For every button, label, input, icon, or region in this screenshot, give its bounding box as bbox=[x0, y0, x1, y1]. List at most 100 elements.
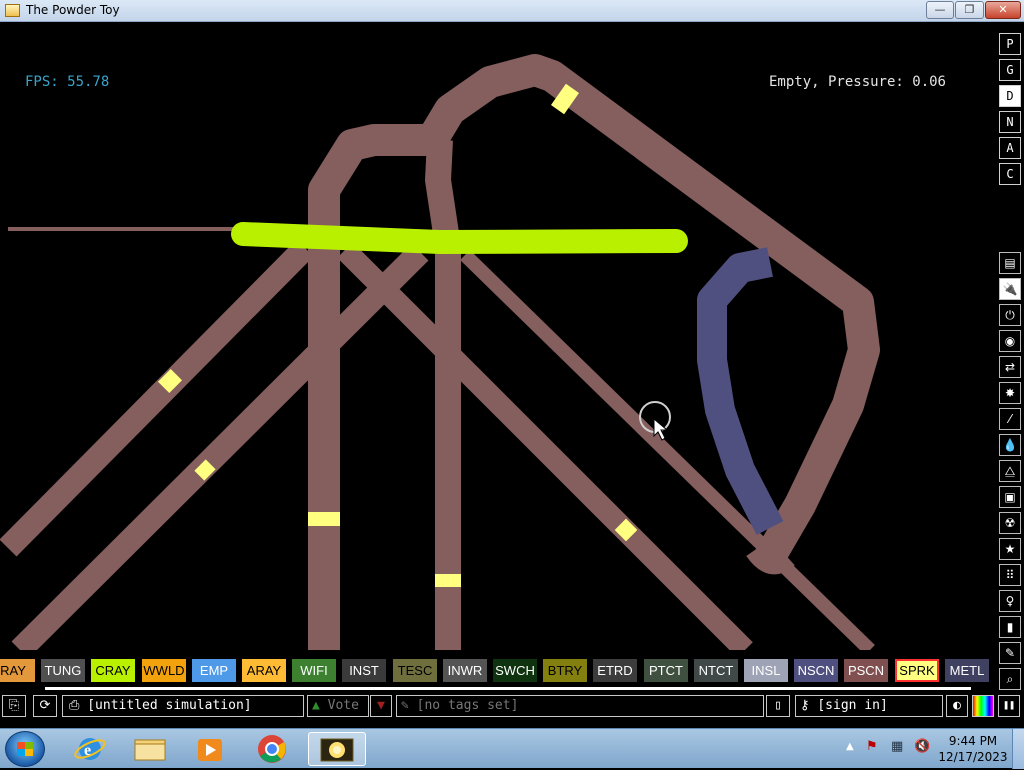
taskbar-internet-explorer[interactable]: e bbox=[64, 732, 116, 766]
element-button-emp[interactable]: EMP bbox=[192, 659, 236, 682]
element-button-tesc[interactable]: TESC bbox=[393, 659, 437, 682]
folder-icon bbox=[134, 739, 166, 761]
powders-icon[interactable]: ⧋ bbox=[999, 460, 1021, 482]
reload-button[interactable]: ⟳ bbox=[33, 695, 57, 717]
element-button-tung[interactable]: TUNG bbox=[41, 659, 85, 682]
network-icon[interactable]: ▦ bbox=[891, 739, 903, 754]
solids-icon[interactable]: ▣ bbox=[999, 486, 1021, 508]
pause-button[interactable]: ❚❚ bbox=[998, 695, 1020, 717]
taskbar-file-explorer[interactable] bbox=[124, 732, 176, 766]
element-toolbar: RAY TUNG CRAY WWLD EMP ARAY WIFI INST TESC INWR SW… bbox=[0, 659, 998, 683]
gases-icon[interactable]: ⁄ bbox=[999, 408, 1021, 430]
new-page-icon: ▯ bbox=[774, 698, 782, 713]
close-button[interactable]: ✕ bbox=[985, 1, 1021, 19]
explosives-icon[interactable]: ✸ bbox=[999, 382, 1021, 404]
windows-taskbar: e ▲ ⚑ ▦ 🔇 9:44 PM 12/17/2023 bbox=[0, 728, 1024, 769]
open-icon: ⎘ bbox=[8, 698, 20, 713]
vote-label: Vote bbox=[327, 698, 359, 713]
element-button-metl[interactable]: METL bbox=[945, 659, 989, 682]
pressure-readout: Empty, Pressure: 0.06 bbox=[768, 74, 946, 90]
start-button[interactable] bbox=[5, 731, 45, 767]
show-desktop-button[interactable] bbox=[1012, 729, 1024, 769]
spark-left-pillar bbox=[308, 512, 340, 526]
metal-diagonal-3 bbox=[337, 242, 753, 650]
vote-down-button[interactable]: ▼ bbox=[370, 695, 392, 717]
window-title-bar[interactable]: The Powder Toy — ❐ ✕ bbox=[0, 0, 1024, 22]
tools-icon[interactable]: ♀ bbox=[999, 590, 1021, 612]
display-mode-button-c[interactable]: C bbox=[999, 163, 1021, 185]
element-button-swch[interactable]: SWCH bbox=[493, 659, 537, 682]
settings-icon: ◐ bbox=[953, 698, 961, 713]
powder-toy-icon bbox=[320, 738, 354, 762]
taskbar-powder-toy[interactable] bbox=[308, 732, 366, 766]
minimize-button[interactable]: — bbox=[926, 1, 954, 19]
maximize-button[interactable]: ❐ bbox=[955, 1, 984, 19]
clock-date[interactable]: 12/17/2023 bbox=[938, 750, 1008, 764]
tag-icon: ✎ bbox=[401, 698, 417, 713]
taskbar-media-player[interactable] bbox=[184, 732, 236, 766]
force-icon[interactable]: ⇄ bbox=[999, 356, 1021, 378]
vote-up-button[interactable]: ▲ Vote bbox=[307, 695, 369, 717]
decoration-icon[interactable]: ✎ bbox=[999, 642, 1021, 664]
element-button-nscn[interactable]: NSCN bbox=[794, 659, 838, 682]
new-simulation-button[interactable]: ▯ bbox=[766, 695, 790, 717]
element-button-btry[interactable]: BTRY bbox=[543, 659, 587, 682]
tags-text: [no tags set] bbox=[416, 698, 519, 713]
element-button-sprk[interactable]: SPRK bbox=[895, 659, 939, 682]
liquids-icon[interactable]: 💧 bbox=[999, 434, 1021, 456]
action-center-icon[interactable]: ⚑ bbox=[866, 739, 878, 754]
life-icon[interactable]: ⠿ bbox=[999, 564, 1021, 586]
element-button-ptct[interactable]: PTCT bbox=[644, 659, 688, 682]
walls-icon[interactable]: ▤ bbox=[999, 252, 1021, 274]
open-simulation-button[interactable]: ⎘ bbox=[2, 695, 26, 717]
powered-icon[interactable]: ⏻ bbox=[999, 304, 1021, 326]
element-button-pscn[interactable]: PSCN bbox=[844, 659, 888, 682]
element-button-aray[interactable]: ARAY bbox=[242, 659, 286, 682]
nscn-band bbox=[697, 247, 784, 535]
display-mode-button-p[interactable]: P bbox=[999, 33, 1021, 55]
display-mode-button-a[interactable]: A bbox=[999, 137, 1021, 159]
search-icon[interactable]: ⌕ bbox=[999, 668, 1021, 690]
internet-explorer-icon: e bbox=[74, 738, 106, 760]
radioactive-icon[interactable]: ☢ bbox=[999, 512, 1021, 534]
save-icon: ⎙ bbox=[69, 698, 88, 713]
sensors-icon[interactable]: ◉ bbox=[999, 330, 1021, 352]
special-icon[interactable]: ★ bbox=[999, 538, 1021, 560]
tray-expand-icon[interactable]: ▲ bbox=[846, 741, 854, 752]
sign-in-button[interactable]: ⚷ [sign in] bbox=[795, 695, 943, 717]
clock-time[interactable]: 9:44 PM bbox=[938, 734, 1008, 748]
media-player-icon bbox=[198, 739, 222, 761]
element-button-wwld[interactable]: WWLD bbox=[142, 659, 186, 682]
element-button-wifi[interactable]: WIFI bbox=[292, 659, 336, 682]
chrome-icon bbox=[258, 735, 286, 763]
display-mode-button-d[interactable]: D bbox=[999, 85, 1021, 107]
windows-logo-icon-lower bbox=[17, 749, 33, 756]
metal-diagonal-2 bbox=[11, 243, 429, 650]
save-simulation-button[interactable]: ⎙ [untitled simulation] bbox=[62, 695, 304, 717]
electronics-icon[interactable]: 🔌 bbox=[999, 278, 1021, 300]
taskbar-chrome[interactable] bbox=[246, 732, 298, 766]
fps-counter: FPS: 55.78 bbox=[25, 74, 110, 90]
element-button-cray[interactable]: CRAY bbox=[91, 659, 135, 682]
element-button-inwr[interactable]: INWR bbox=[443, 659, 487, 682]
pause-icon: ❚❚ bbox=[1002, 700, 1016, 711]
bookmark-icon[interactable]: ▮ bbox=[999, 616, 1021, 638]
element-scrollbar[interactable] bbox=[45, 687, 971, 690]
renderer-options-button[interactable] bbox=[972, 695, 994, 717]
element-button-insl[interactable]: INSL bbox=[744, 659, 788, 682]
simulation-canvas[interactable]: FPS: 55.78 Empty, Pressure: 0.06 bbox=[0, 22, 1000, 657]
element-button-ray[interactable]: RAY bbox=[0, 659, 35, 682]
element-button-inst[interactable]: INST bbox=[342, 659, 386, 682]
vote-down-icon: ▼ bbox=[377, 698, 385, 713]
display-mode-button-g[interactable]: G bbox=[999, 59, 1021, 81]
volume-muted-icon[interactable]: 🔇 bbox=[914, 739, 930, 754]
element-button-ntct[interactable]: NTCT bbox=[694, 659, 738, 682]
settings-button[interactable]: ◐ bbox=[946, 695, 968, 717]
cray-beam bbox=[231, 222, 688, 254]
element-button-etrd[interactable]: ETRD bbox=[593, 659, 637, 682]
metal-inner-bend bbox=[425, 139, 460, 242]
display-mode-button-n[interactable]: N bbox=[999, 111, 1021, 133]
sign-in-label: [sign in] bbox=[817, 698, 888, 713]
key-icon: ⚷ bbox=[800, 698, 818, 713]
tags-button[interactable]: ✎ [no tags set] bbox=[396, 695, 764, 717]
